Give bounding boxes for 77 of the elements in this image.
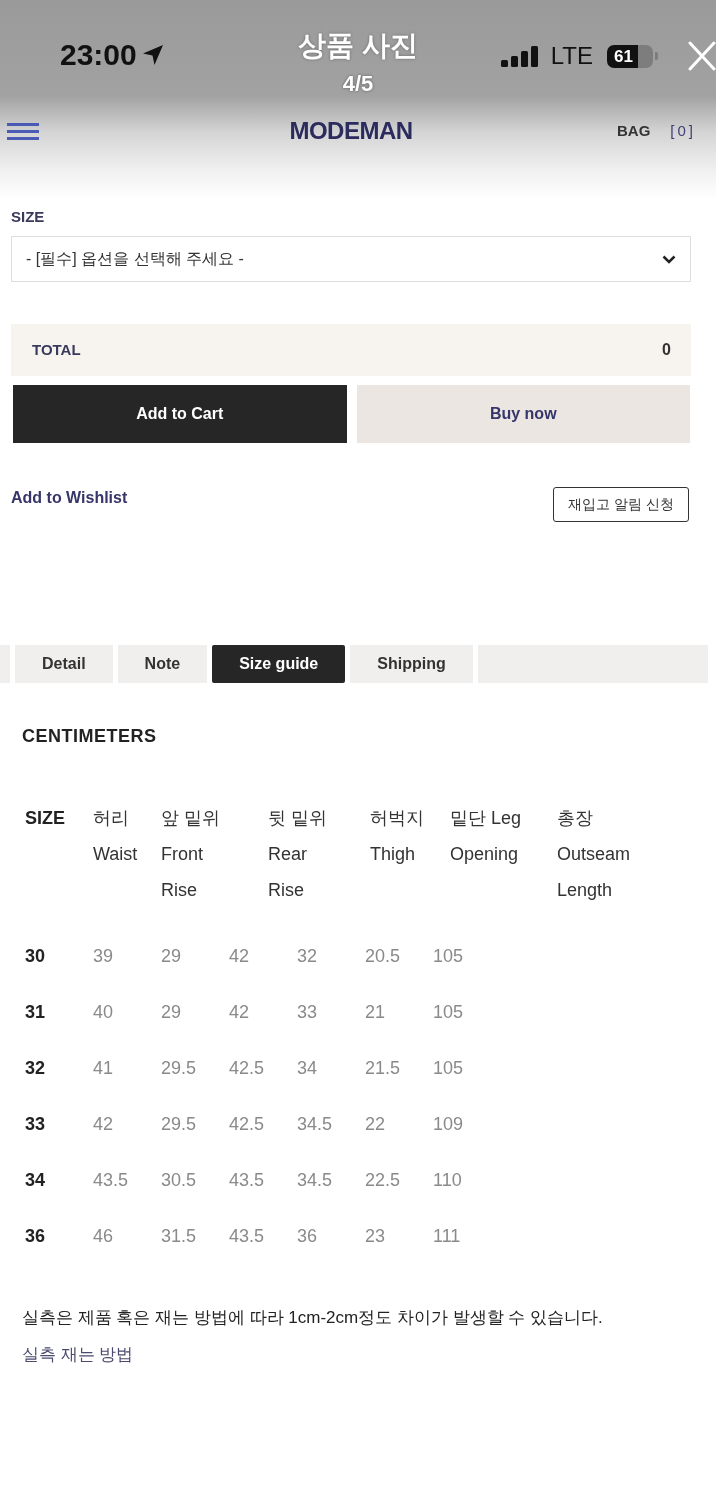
table-cell: 34 [297, 1057, 318, 1078]
table-cell: 34.5 [297, 1113, 333, 1134]
table-cell: 22 [365, 1113, 386, 1134]
wishlist-link[interactable]: Add to Wishlist [11, 487, 128, 509]
table-cell: 43.5 [229, 1169, 265, 1190]
unit-heading: CENTIMETERS [22, 725, 158, 747]
add-to-cart-button[interactable]: Add to Cart [13, 385, 347, 443]
photo-counter: 4/5 [342, 71, 374, 97]
tab[interactable]: Size guide [212, 645, 346, 683]
table-cell: 43.5 [229, 1225, 265, 1246]
table-cell: 111 [433, 1225, 461, 1246]
table-cell: 105 [433, 1057, 464, 1078]
table-cell: 29 [161, 945, 182, 966]
table-cell: 39 [93, 945, 114, 966]
tab[interactable]: Note [117, 645, 208, 683]
table-cell: 23 [365, 1225, 386, 1246]
location-arrow-icon [140, 43, 165, 67]
table-cell: 22.5 [365, 1169, 401, 1190]
tab[interactable]: Shipping [350, 645, 473, 683]
table-cell: 31.5 [161, 1225, 197, 1246]
table-cell: 30.5 [161, 1169, 197, 1190]
network-label: LTE [550, 42, 593, 70]
menu-icon[interactable] [7, 122, 39, 140]
table-cell: 29.5 [161, 1057, 197, 1078]
table-cell: 42.5 [229, 1057, 265, 1078]
size-label: SIZE [11, 208, 46, 226]
table-cell: 32 [297, 945, 318, 966]
chevron-down-icon [662, 254, 676, 264]
signal-icon [500, 45, 538, 67]
table-cell: 42.5 [229, 1113, 265, 1134]
column-header: 허리 Waist [93, 807, 138, 866]
table-cell: 21 [365, 1001, 386, 1022]
total-value: 0 [662, 340, 671, 360]
size-select[interactable]: - [필수] 옵션을 선택해 주세요 - [11, 236, 691, 282]
table-cell: 34 [25, 1169, 46, 1190]
column-header: 밑단 Leg Opening [450, 807, 522, 866]
brand-logo[interactable]: MODEMAN [289, 113, 413, 149]
table-cell: 105 [433, 945, 464, 966]
table-cell: 36 [297, 1225, 318, 1246]
table-cell: 29.5 [161, 1113, 197, 1134]
buy-now-button[interactable]: Buy now [356, 385, 690, 443]
close-icon[interactable] [688, 41, 716, 71]
column-header: 앞 밑위 Front Rise [161, 807, 220, 902]
table-cell: 32 [25, 1057, 46, 1078]
table-cell: 30 [25, 945, 46, 966]
column-header: 허벅지 Thigh [370, 807, 424, 866]
total-label: TOTAL [32, 339, 81, 360]
table-cell: 34.5 [297, 1169, 333, 1190]
table-cell: 33 [25, 1113, 46, 1134]
table-cell: 42 [93, 1113, 114, 1134]
table-cell: 40 [93, 1001, 114, 1022]
bag-link[interactable]: BAG [616, 119, 651, 143]
table-cell: 31 [25, 1001, 46, 1022]
table-cell: 46 [93, 1225, 114, 1246]
table-cell: 21.5 [365, 1057, 401, 1078]
column-header: 뒷 밑위 Rear Rise [268, 807, 327, 902]
table-cell: 20.5 [365, 945, 401, 966]
table-cell: 43.5 [93, 1169, 129, 1190]
table-cell: 41 [93, 1057, 114, 1078]
table-cell: 33 [297, 1001, 318, 1022]
column-header: SIZE [25, 807, 65, 830]
table-cell: 110 [433, 1169, 462, 1190]
restock-alert-button[interactable]: 재입고 알림 신청 [553, 487, 689, 522]
column-header: 총장 Outseam Length [557, 807, 631, 902]
battery-indicator: 61 [607, 44, 658, 68]
status-time: 23:00 [60, 38, 137, 72]
tab[interactable]: Detail [15, 645, 113, 683]
viewer-title: 상품 사진 [298, 30, 418, 62]
table-cell: 109 [433, 1113, 464, 1134]
table-cell: 42 [229, 1001, 250, 1022]
table-cell: 105 [433, 1001, 464, 1022]
measurement-note: 실측은 제품 혹은 재는 방법에 따라 1cm-2cm정도 차이가 발생할 수 있습니다. [22, 1307, 604, 1329]
measuring-guide-link[interactable]: 실측 재는 방법 [22, 1342, 134, 1368]
table-cell: 29 [161, 1001, 182, 1022]
table-cell: 36 [25, 1225, 46, 1246]
table-cell: 42 [229, 945, 250, 966]
bag-count: [0] [670, 120, 696, 141]
